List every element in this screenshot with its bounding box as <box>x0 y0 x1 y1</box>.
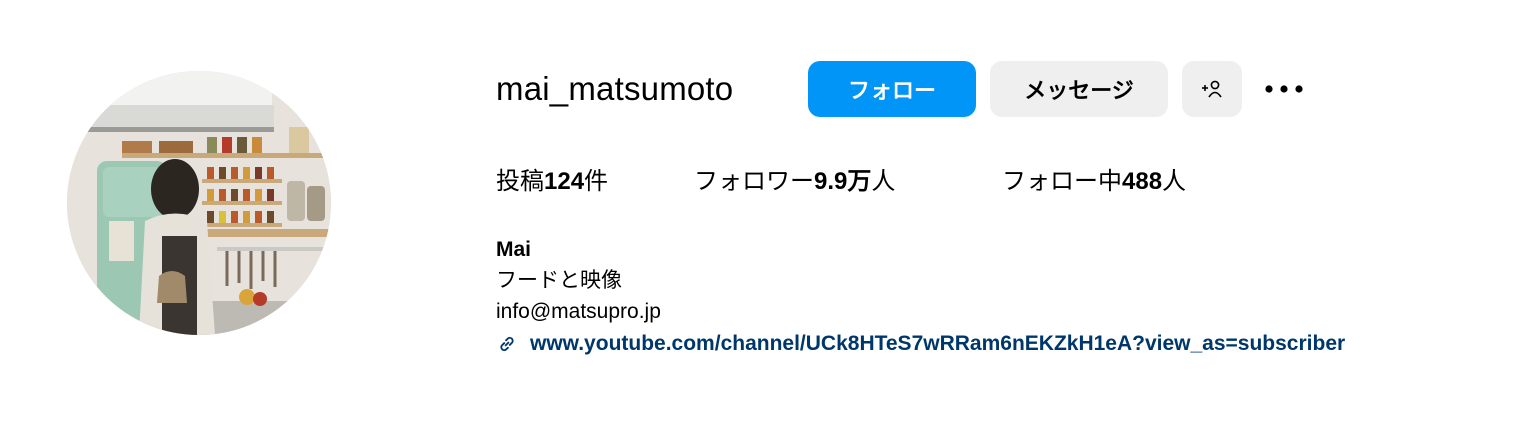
bio-line-description: フードと映像 <box>496 269 622 292</box>
stat-posts-unit: 件 <box>584 168 609 195</box>
profile-header: mai_matsumoto フォロー メッセージ 投稿124件 フォロワー9.9… <box>0 0 1520 423</box>
stat-posts-label: 投稿 <box>496 168 544 195</box>
bio-display-name: Mai <box>496 238 532 261</box>
profile-bio: Mai フードと映像 info@matsupro.jp www.youtube.… <box>496 234 1345 359</box>
suggest-similar-accounts-button[interactable] <box>1182 61 1242 117</box>
bio-link[interactable]: www.youtube.com/channel/UCk8HTeS7wRRam6n… <box>496 328 1345 359</box>
stat-followers-label: フォロワー <box>694 168 814 195</box>
stat-following-unit: 人 <box>1162 168 1187 195</box>
stat-followers[interactable]: フォロワー9.9万人 <box>694 164 895 200</box>
stat-following-label: フォロー中 <box>1002 168 1122 195</box>
profile-username: mai_matsumoto <box>496 70 734 107</box>
more-options-button[interactable] <box>1262 72 1306 106</box>
bio-link-text[interactable]: www.youtube.com/channel/UCk8HTeS7wRRam6n… <box>530 328 1345 359</box>
stat-posts: 投稿124件 <box>496 164 608 200</box>
follow-button[interactable]: フォロー <box>808 61 976 117</box>
avatar-photo <box>67 71 331 335</box>
message-button[interactable]: メッセージ <box>990 61 1168 117</box>
bio-line-email: info@matsupro.jp <box>496 300 661 323</box>
profile-avatar[interactable] <box>67 71 331 335</box>
stat-following[interactable]: フォロー中488人 <box>1002 164 1186 200</box>
follow-button-label: フォロー <box>847 78 936 103</box>
stat-following-value: 488 <box>1122 168 1163 195</box>
message-button-label: メッセージ <box>1024 78 1134 103</box>
more-horizontal-icon <box>1265 85 1303 93</box>
link-icon <box>496 333 518 355</box>
person-add-icon <box>1202 80 1222 98</box>
stat-followers-unit: 人 <box>871 168 896 195</box>
stat-followers-value: 9.9万 <box>814 168 872 195</box>
stat-posts-value: 124 <box>544 168 585 195</box>
